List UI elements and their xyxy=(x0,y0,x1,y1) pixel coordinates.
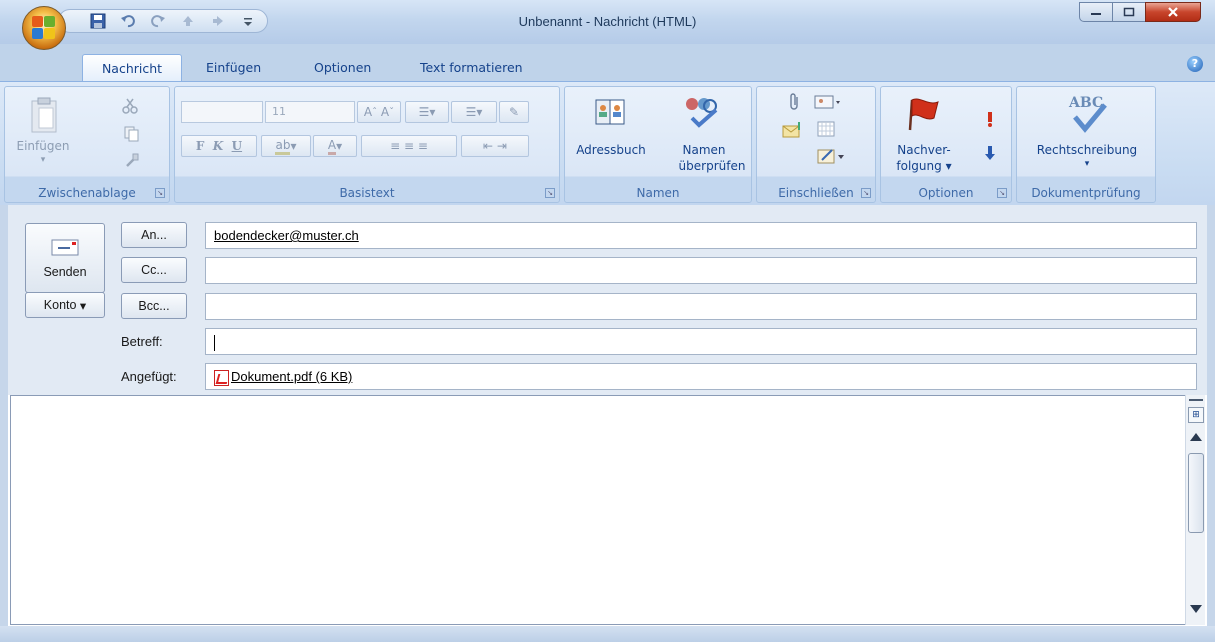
dialog-launcher-icon[interactable]: ↘ xyxy=(155,188,165,198)
ribbon: Einfügen ▾ Zwischenablage ↘ 11 Aˆ Aˇ ☰▾ … xyxy=(0,81,1215,205)
dialog-launcher-icon[interactable]: ↘ xyxy=(997,188,1007,198)
group-options: Nachver- folgung ▾ Optionen ↘ xyxy=(880,86,1012,203)
attach-file-icon[interactable] xyxy=(787,93,803,111)
bullets-button[interactable]: ☰▾ xyxy=(405,101,449,123)
paste-dropdown-icon[interactable]: ▾ xyxy=(13,153,73,168)
window-frame-bottom xyxy=(0,626,1215,642)
spelling-abc-text: ABC xyxy=(1068,95,1103,111)
tab-nachricht[interactable]: Nachricht xyxy=(82,54,182,82)
close-button[interactable] xyxy=(1145,2,1201,22)
cut-icon[interactable] xyxy=(121,97,139,115)
styles-icon[interactable]: ✎ xyxy=(499,101,529,123)
subject-field[interactable] xyxy=(205,328,1197,355)
group-label-basic-text: Basistext xyxy=(339,186,395,200)
tab-text-formatieren[interactable]: Text formatieren xyxy=(410,54,533,82)
scroll-down-icon[interactable] xyxy=(1190,605,1202,613)
send-button[interactable]: Senden xyxy=(25,223,105,293)
cc-field[interactable] xyxy=(205,257,1197,284)
split-handle[interactable] xyxy=(1189,399,1203,401)
group-include: Einschließen ↘ xyxy=(756,86,876,203)
ribbon-tab-row: Nachricht Einfügen Optionen Text formati… xyxy=(0,44,1215,82)
address-book-icon[interactable] xyxy=(593,95,627,129)
align-buttons[interactable]: ≡ ≡ ≡ xyxy=(361,135,457,157)
window-frame-right xyxy=(1207,205,1215,642)
group-label-include: Einschließen xyxy=(778,186,854,200)
check-names-icon[interactable] xyxy=(681,93,721,129)
dialog-launcher-icon[interactable]: ↘ xyxy=(545,188,555,198)
paste-icon[interactable] xyxy=(27,95,61,135)
follow-up-label-1[interactable]: Nachver- xyxy=(885,143,963,158)
group-clipboard: Einfügen ▾ Zwischenablage ↘ xyxy=(4,86,170,203)
check-names-label-2[interactable]: überprüfen xyxy=(669,159,755,174)
group-label-proofing: Dokumentprüfung xyxy=(1031,186,1141,200)
scroll-up-icon[interactable] xyxy=(1190,433,1202,441)
follow-up-text-2: folgung xyxy=(896,159,942,173)
office-button[interactable] xyxy=(22,6,66,50)
font-color-button[interactable]: A ▾ xyxy=(313,135,357,157)
group-label-clipboard: Zwischenablage xyxy=(38,186,136,200)
pdf-icon xyxy=(214,369,229,386)
group-proofing: ABC Rechtschreibung ▾ Dokumentprüfung xyxy=(1016,86,1156,203)
spelling-label[interactable]: Rechtschreibung xyxy=(1017,143,1157,158)
text-cursor xyxy=(214,334,215,351)
vertical-scrollbar[interactable]: ⊞ xyxy=(1185,395,1205,625)
tab-optionen[interactable]: Optionen xyxy=(304,54,381,82)
account-button[interactable]: Konto ▾ xyxy=(25,292,105,318)
copy-icon[interactable] xyxy=(123,125,141,143)
tab-einfuegen[interactable]: Einfügen xyxy=(196,54,271,82)
send-envelope-icon xyxy=(51,239,79,256)
attachment-field: Dokument.pdf (6 KB) xyxy=(205,363,1197,390)
grow-shrink-font-button[interactable]: Aˆ Aˇ xyxy=(357,101,401,123)
paste-label[interactable]: Einfügen xyxy=(13,139,73,154)
compose-header: Senden Konto ▾ An... Cc... Bcc... bodend… xyxy=(0,205,1215,395)
to-recipient[interactable]: bodendecker@muster.ch xyxy=(214,228,359,243)
cc-button[interactable]: Cc... xyxy=(121,257,187,283)
follow-up-label-2[interactable]: folgung ▾ xyxy=(885,159,963,174)
help-icon[interactable]: ? xyxy=(1187,56,1203,72)
group-label-options: Optionen xyxy=(918,186,974,200)
bcc-field[interactable] xyxy=(205,293,1197,320)
indent-buttons[interactable]: ⇤ ⇥ xyxy=(461,135,529,157)
group-names: Adressbuch Namen überprüfen Namen xyxy=(564,86,752,203)
spelling-icon[interactable]: ABC xyxy=(1063,91,1113,135)
message-body[interactable] xyxy=(10,395,1198,625)
signature-icon[interactable] xyxy=(815,145,847,167)
window-title: Unbenannt - Nachricht (HTML) xyxy=(518,14,697,29)
business-card-icon[interactable] xyxy=(813,93,843,111)
group-label-names: Namen xyxy=(636,186,680,200)
group-basic-text: 11 Aˆ Aˇ ☰▾ ☰▾ ✎ F K U ab ▾ A ▾ ≡ ≡ ≡ ⇤ ⇥ … xyxy=(174,86,560,203)
to-field[interactable]: bodendecker@muster.ch xyxy=(205,222,1197,249)
font-size-select[interactable]: 11 xyxy=(265,101,355,123)
attach-item-icon[interactable] xyxy=(781,119,805,139)
window-frame-left xyxy=(0,205,8,642)
follow-up-flag-icon[interactable] xyxy=(905,95,943,133)
dialog-launcher-icon[interactable]: ↘ xyxy=(861,188,871,198)
subject-label: Betreff: xyxy=(121,334,163,349)
calendar-icon[interactable] xyxy=(815,119,837,139)
title-bar: Unbenannt - Nachricht (HTML) xyxy=(0,0,1215,44)
spelling-dropdown-icon[interactable]: ▾ xyxy=(1017,157,1157,172)
attached-label: Angefügt: xyxy=(121,369,177,384)
bcc-button[interactable]: Bcc... xyxy=(121,293,187,319)
ruler-icon[interactable]: ⊞ xyxy=(1188,407,1204,423)
font-name-select[interactable] xyxy=(181,101,263,123)
high-importance-icon[interactable] xyxy=(983,111,997,127)
font-size-value: 11 xyxy=(272,105,286,118)
bold-italic-underline-group[interactable]: F K U xyxy=(181,135,257,157)
account-label: Konto xyxy=(43,298,77,312)
office-logo-icon xyxy=(32,16,56,40)
to-button[interactable]: An... xyxy=(121,222,187,248)
format-painter-icon[interactable] xyxy=(123,151,141,169)
check-names-label-1[interactable]: Namen xyxy=(661,143,747,158)
send-label: Senden xyxy=(43,265,87,279)
low-importance-icon[interactable] xyxy=(983,145,997,161)
attachment-link[interactable]: Dokument.pdf (6 KB) xyxy=(231,369,352,384)
maximize-button[interactable] xyxy=(1112,2,1146,22)
address-book-label[interactable]: Adressbuch xyxy=(569,143,653,158)
scroll-thumb[interactable] xyxy=(1188,453,1204,533)
minimize-button[interactable] xyxy=(1079,2,1113,22)
numbering-button[interactable]: ☰▾ xyxy=(451,101,497,123)
highlight-button[interactable]: ab ▾ xyxy=(261,135,311,157)
